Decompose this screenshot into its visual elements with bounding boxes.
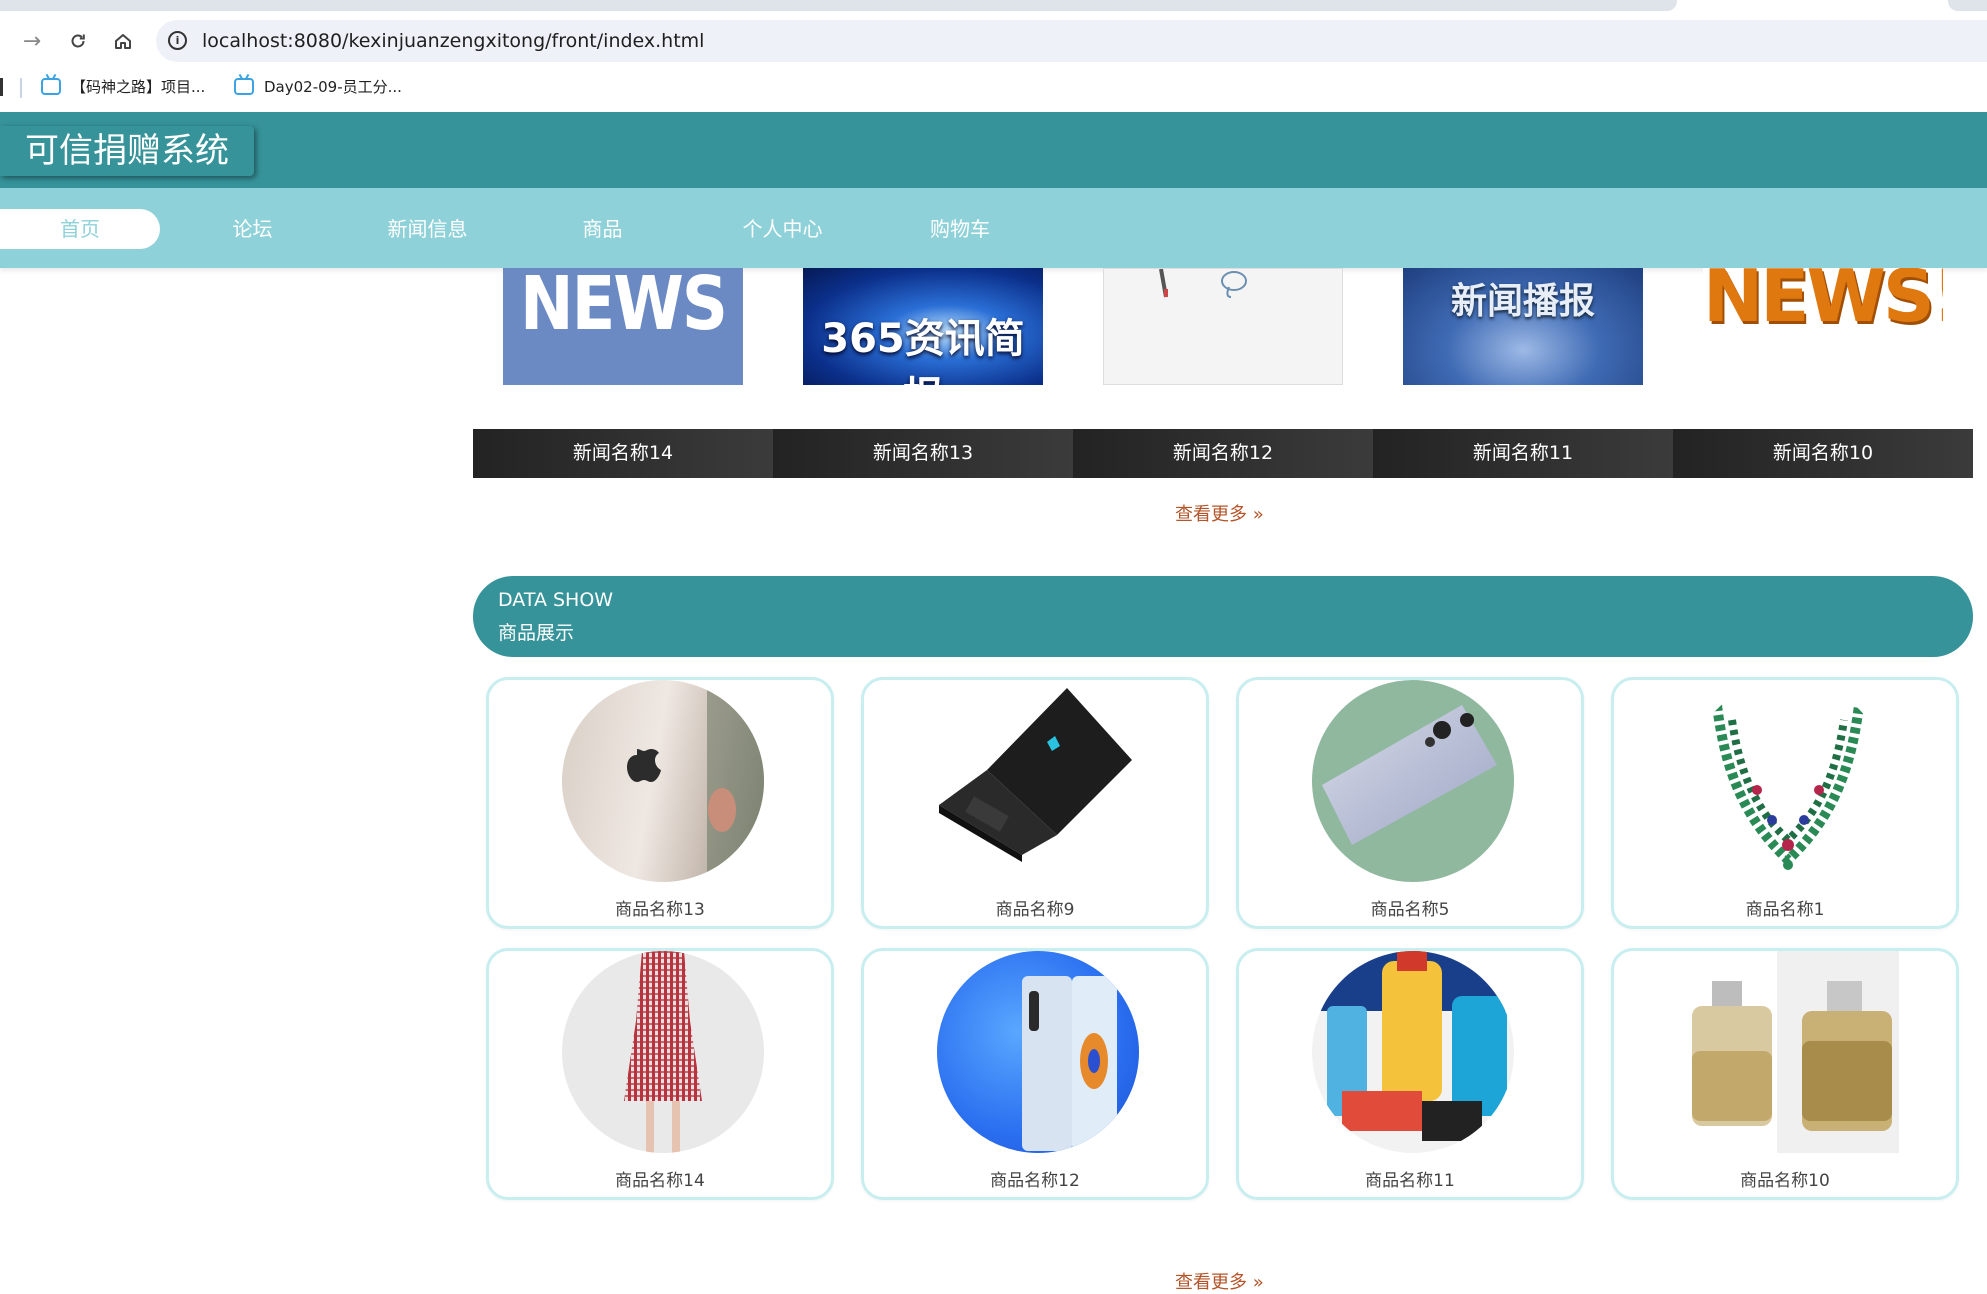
bookmark-item[interactable]: Day02-09-员工分...	[234, 76, 402, 97]
goods-image	[1677, 951, 1899, 1153]
foldable-phone-photo	[1022, 976, 1117, 1151]
goods-card[interactable]: 商品名称9	[861, 677, 1209, 929]
news-title[interactable]: 新闻名称11	[1373, 429, 1673, 478]
nav-home[interactable]: 首页	[0, 209, 160, 249]
news-image[interactable]: 新闻播报	[1403, 268, 1643, 385]
goods-more-label: 查看更多	[1175, 1272, 1247, 1293]
goods-name: 商品名称9	[995, 900, 1075, 920]
goods-heading-cn: 商品展示	[498, 622, 575, 644]
double-chevron-right-icon: »	[1252, 504, 1264, 525]
laptop-photo	[939, 688, 1132, 862]
site-title[interactable]: 可信捐赠系统	[0, 126, 254, 176]
goods-image	[562, 951, 764, 1153]
news-caption-strip: 新闻名称14 新闻名称13 新闻名称12 新闻名称11 新闻名称10	[473, 429, 1973, 478]
goods-name: 商品名称10	[1740, 1171, 1830, 1191]
necklace-photo	[1712, 704, 1864, 870]
main-nav: 首页 论坛 新闻信息 商品 个人中心 购物车	[0, 188, 1987, 268]
goods-name: 商品名称5	[1370, 900, 1450, 920]
goods-image	[562, 680, 764, 882]
goods-image	[1312, 951, 1514, 1153]
browser-tab-bar[interactable]	[0, 0, 1677, 11]
site-header: 可信捐赠系统	[0, 112, 1987, 188]
goods-card[interactable]: 商品名称1	[1611, 677, 1959, 929]
news-image-text: 365资讯简报	[821, 316, 1025, 385]
news-title[interactable]: 新闻名称10	[1673, 429, 1973, 478]
tab-strip	[0, 0, 1987, 14]
pen-sketch-icon	[1159, 269, 1247, 298]
bookmark-label: Day02-09-员工分...	[264, 78, 402, 96]
reload-icon[interactable]	[63, 26, 93, 56]
browser-tab-bar-end[interactable]	[1948, 0, 1987, 11]
news-image[interactable]: NEWS!	[1703, 268, 1943, 385]
nav-goods[interactable]: 商品	[550, 209, 655, 249]
news-image-text: NEWS	[520, 268, 728, 348]
double-chevron-right-icon: »	[1252, 1272, 1264, 1293]
goods-card[interactable]: 商品名称10	[1611, 948, 1959, 1200]
bookmarks-separator	[20, 78, 22, 98]
goods-card[interactable]: 商品名称14	[486, 948, 834, 1200]
site-info-icon[interactable]: i	[168, 31, 187, 50]
news-image[interactable]	[1103, 268, 1343, 385]
goods-card[interactable]: 商品名称11	[1236, 948, 1584, 1200]
silver-phone-photo	[1322, 705, 1497, 845]
news-title[interactable]: 新闻名称12	[1073, 429, 1373, 478]
dress-photo	[624, 951, 702, 1153]
bookmarks-edge	[0, 78, 3, 96]
news-image[interactable]: 365资讯简报	[803, 268, 1043, 385]
news-more-link[interactable]: 查看更多 »	[1175, 500, 1264, 526]
detergent-bottles-photo	[1312, 951, 1514, 1141]
address-url[interactable]: localhost:8080/kexinjuanzengxitong/front…	[202, 30, 704, 52]
bookmark-label: 【码神之路】项目...	[71, 78, 206, 96]
phone-apple-photo	[627, 680, 764, 882]
goods-image	[1312, 680, 1514, 882]
goods-card[interactable]: 商品名称13	[486, 677, 834, 929]
news-image-text: NEWS!	[1703, 268, 1943, 338]
nav-cart[interactable]: 购物车	[905, 209, 1015, 249]
goods-more-link[interactable]: 查看更多 »	[1175, 1268, 1264, 1294]
goods-name: 商品名称13	[615, 900, 705, 920]
news-title[interactable]: 新闻名称13	[773, 429, 1073, 478]
news-image[interactable]: NEWS	[503, 268, 743, 385]
nav-profile[interactable]: 个人中心	[725, 209, 840, 249]
goods-name: 商品名称12	[990, 1171, 1080, 1191]
perfume-bottles-photo	[1692, 951, 1899, 1153]
nav-news[interactable]: 新闻信息	[370, 209, 485, 249]
bookmark-item[interactable]: 【码神之路】项目...	[41, 76, 205, 97]
goods-image	[927, 680, 1149, 882]
forward-arrow-icon[interactable]: →	[17, 26, 47, 56]
nav-forum[interactable]: 论坛	[200, 209, 305, 249]
bilibili-tv-icon	[41, 78, 61, 95]
browser-toolbar: → i localhost:8080/kexinjuanzengxitong/f…	[0, 14, 1987, 68]
news-more-label: 查看更多	[1175, 504, 1247, 525]
goods-name: 商品名称11	[1365, 1171, 1455, 1191]
goods-image	[937, 951, 1139, 1153]
goods-image	[1687, 680, 1889, 882]
home-icon[interactable]	[108, 26, 138, 56]
goods-name: 商品名称1	[1745, 900, 1825, 920]
goods-card[interactable]: 商品名称12	[861, 948, 1209, 1200]
news-image-text: 新闻播报	[1450, 281, 1595, 322]
address-bar[interactable]: i localhost:8080/kexinjuanzengxitong/fro…	[156, 20, 1987, 62]
bilibili-tv-icon	[234, 78, 254, 95]
goods-card[interactable]: 商品名称5	[1236, 677, 1584, 929]
bookmarks-bar: 【码神之路】项目... Day02-09-员工分...	[0, 68, 1987, 112]
goods-heading-en: DATA SHOW	[498, 589, 614, 611]
goods-section-header: DATA SHOW 商品展示	[473, 576, 1973, 657]
goods-name: 商品名称14	[615, 1171, 705, 1191]
news-title[interactable]: 新闻名称14	[473, 429, 773, 478]
